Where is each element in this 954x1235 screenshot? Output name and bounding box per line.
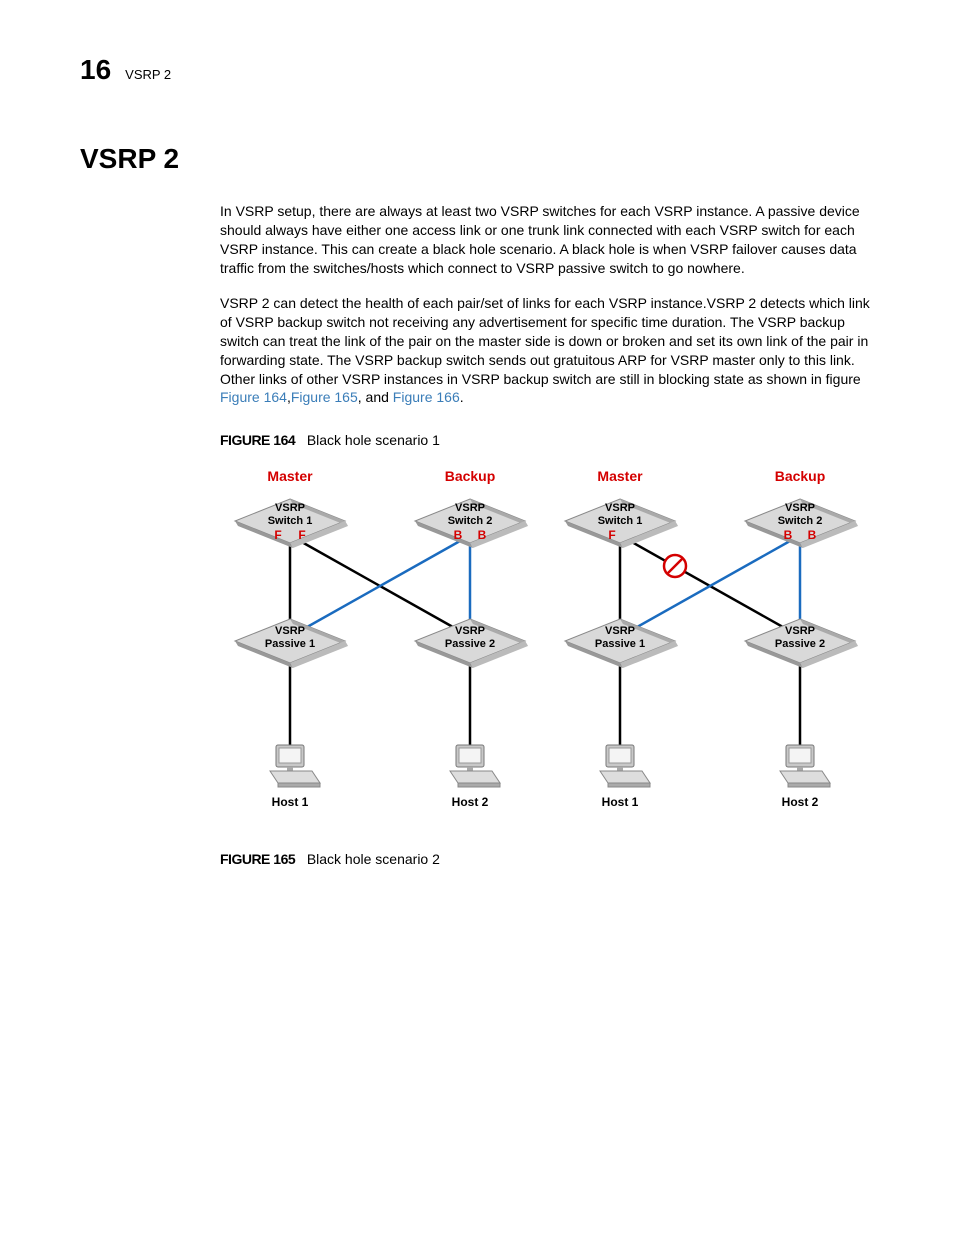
figure-164-caption: FIGURE 164 Black hole scenario 1 [220,431,874,451]
role-backup-label-2: Backup [775,468,826,484]
svg-text:VSRP: VSRP [605,502,635,514]
page-header: 16 VSRP 2 [80,50,874,89]
svg-text:VSRP: VSRP [605,625,635,637]
switch-1-state-r: F [608,528,615,542]
host-2-label-r: Host 2 [782,795,819,809]
figure-ref-165[interactable]: Figure 165 [291,389,358,405]
host-2-icon-r [780,745,830,787]
switch-1-state-a: F [274,528,281,542]
switch-2-state-a: B [454,528,463,542]
figure-165-caption: FIGURE 165 Black hole scenario 2 [220,850,874,870]
figure-164-caption-text: Black hole scenario 1 [307,432,440,448]
switch-2-l2: Switch 2 [448,515,493,527]
figure-ref-166[interactable]: Figure 166 [393,389,460,405]
svg-text:Switch 2: Switch 2 [778,515,823,527]
role-master-label: Master [267,468,313,484]
host-1-icon-r [600,745,650,787]
diagram-svg: Master Backup VSRP Switch 1 F F VSRP Swi… [220,461,870,841]
host-2-label: Host 2 [452,795,489,809]
host-1-icon [270,745,320,787]
svg-text:Passive 2: Passive 2 [775,638,825,650]
role-master-label-2: Master [597,468,643,484]
figure-164-label: FIGURE 164 [220,432,295,448]
header-section: VSRP 2 [125,66,171,84]
figure-ref-164[interactable]: Figure 164 [220,389,287,405]
svg-text:Passive 1: Passive 1 [595,638,645,650]
switch-2-state-b: B [478,528,487,542]
paragraph-2: VSRP 2 can detect the health of each pai… [220,294,874,407]
figure-164-diagram: Master Backup VSRP Switch 1 F F VSRP Swi… [220,461,870,847]
switch-2-state-ra: B [784,528,793,542]
section-title: VSRP 2 [80,139,874,178]
host-1-label: Host 1 [272,795,309,809]
host-2-icon [450,745,500,787]
passive-1-l1: VSRP [275,625,305,637]
host-1-label-r: Host 1 [602,795,639,809]
switch-1-l2: Switch 1 [268,515,313,527]
chapter-number: 16 [80,50,111,89]
figure-165-caption-text: Black hole scenario 2 [307,851,440,867]
svg-text:VSRP: VSRP [785,502,815,514]
paragraph-2-text: VSRP 2 can detect the health of each pai… [220,295,870,387]
switch-2-state-rb: B [808,528,817,542]
svg-text:VSRP: VSRP [785,625,815,637]
paragraph-1: In VSRP setup, there are always at least… [220,202,874,278]
figure-165-label: FIGURE 165 [220,851,295,867]
switch-1-l1: VSRP [275,502,305,514]
role-backup-label: Backup [445,468,496,484]
svg-text:Switch 1: Switch 1 [598,515,643,527]
switch-1-state-b: F [298,528,305,542]
switch-2-l1: VSRP [455,502,485,514]
passive-2-l1: VSRP [455,625,485,637]
passive-2-l2: Passive 2 [445,638,495,650]
passive-1-l2: Passive 1 [265,638,315,650]
